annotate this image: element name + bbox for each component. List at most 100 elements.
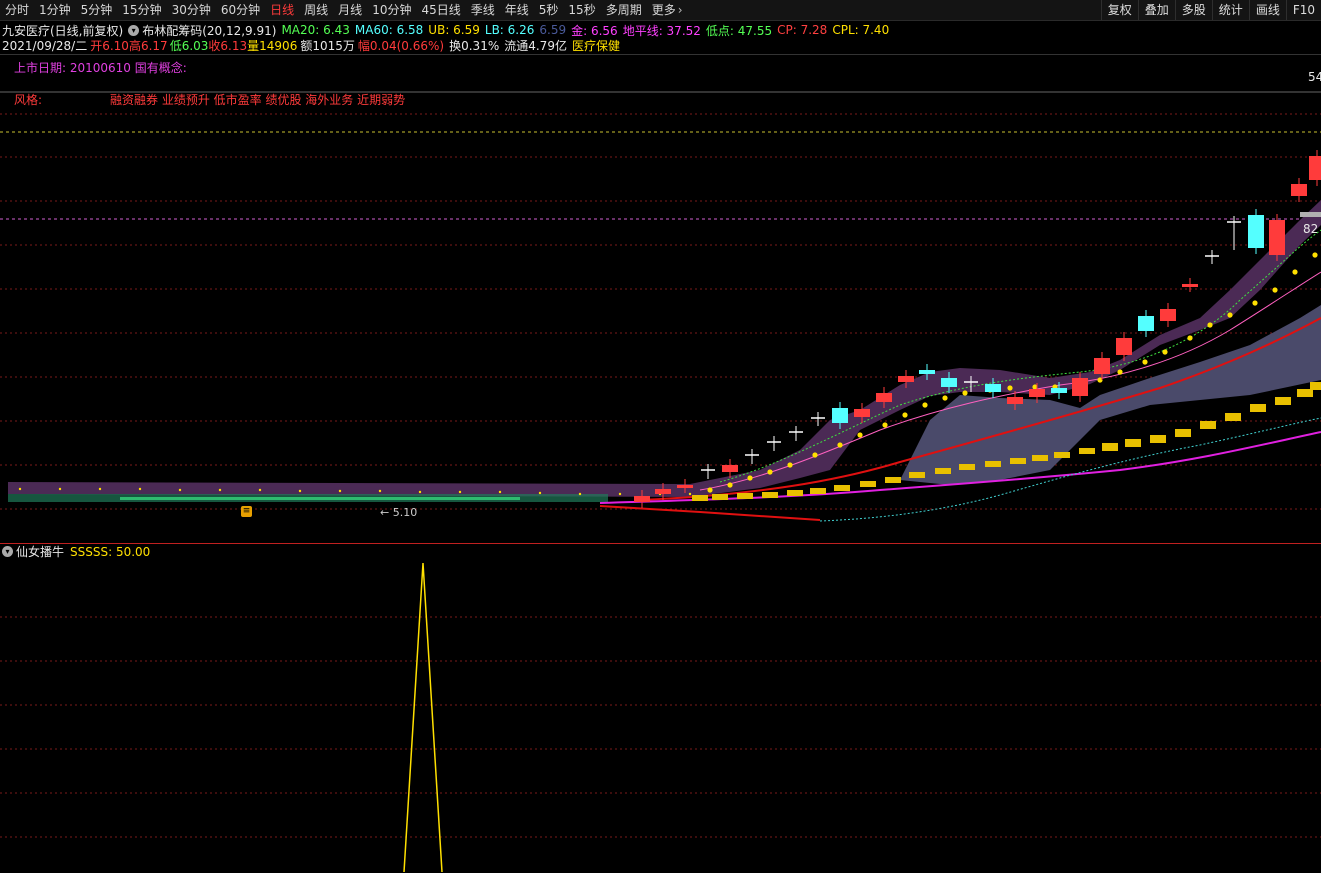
- yellow-dot: [1117, 369, 1123, 375]
- candle-body: [722, 465, 738, 472]
- candle-body: [1182, 284, 1198, 287]
- yellow-dot: [1292, 269, 1298, 275]
- candle-body: [941, 378, 957, 387]
- chip-bar: [1150, 435, 1166, 443]
- yellow-dot: [688, 492, 692, 496]
- candle-body: [655, 489, 671, 494]
- candle-body: [1309, 156, 1321, 180]
- yellow-dot: [58, 487, 62, 491]
- chip-bar: [1125, 439, 1141, 447]
- yellow-dot: [1207, 322, 1213, 328]
- chip-bar: [834, 485, 850, 491]
- candle-body: [919, 370, 935, 374]
- yellow-dot: [1142, 359, 1148, 365]
- price-marker: [1300, 212, 1321, 217]
- chip-bar: [1310, 382, 1321, 390]
- candle-body: [1269, 220, 1285, 255]
- candle-body: [1248, 215, 1264, 248]
- chip-bar: [860, 481, 876, 487]
- chip-bar: [1297, 389, 1313, 397]
- candle-body: [832, 408, 848, 423]
- yellow-dot: [538, 491, 542, 495]
- yellow-dot: [218, 488, 222, 492]
- yellow-dot: [98, 487, 102, 491]
- candle-body: [1116, 338, 1132, 355]
- candle-body: [1291, 184, 1307, 196]
- chip-bar: [787, 490, 803, 496]
- candle-body: [1094, 358, 1110, 374]
- yellow-dot: [1252, 300, 1258, 306]
- chevron-down-icon[interactable]: ▾: [2, 546, 13, 557]
- chip-bar: [1054, 452, 1070, 458]
- chip-bar: [1102, 443, 1118, 451]
- candle-body: [1138, 316, 1154, 331]
- chip-bar: [909, 472, 925, 478]
- sub-indicator-header: ▾ 仙女播牛 SSSSS: 50.00: [2, 544, 150, 559]
- yellow-dot: [942, 395, 948, 401]
- style-tags: 融资融券 业绩预升 低市盈率 绩优股 海外业务 近期弱势: [110, 93, 406, 107]
- yellow-dot: [378, 489, 382, 493]
- chip-bar: [959, 464, 975, 470]
- chip-bar: [1175, 429, 1191, 437]
- chip-bar: [1079, 448, 1095, 454]
- yellow-dot: [458, 490, 462, 494]
- low-price-marker: ← 5.10: [380, 506, 418, 519]
- chip-bar: [885, 477, 901, 483]
- yellow-dot: [618, 492, 622, 496]
- yellow-dot: [1272, 287, 1278, 293]
- sub-indicator-panel[interactable]: [0, 543, 1321, 873]
- candle-body: [1072, 378, 1088, 396]
- yellow-dot: [922, 402, 928, 408]
- chip-bar: [935, 468, 951, 474]
- note-icon[interactable]: ≡: [241, 506, 252, 517]
- yellow-dot: [882, 422, 888, 428]
- price-label-mid: 82: [1303, 222, 1319, 236]
- candle-body: [634, 496, 650, 502]
- chip-bar: [1225, 413, 1241, 421]
- chip-bar: [1010, 458, 1026, 464]
- chip-bar: [1250, 404, 1266, 412]
- chip-bar: [712, 494, 728, 500]
- yellow-dot: [418, 490, 422, 494]
- candle-body: [1007, 397, 1023, 404]
- chip-bar: [810, 488, 826, 494]
- yellow-dot: [747, 475, 753, 481]
- yellow-dot: [767, 469, 773, 475]
- yellow-dot: [837, 442, 843, 448]
- yellow-dot: [1162, 349, 1168, 355]
- listing-info: 上市日期: 20100610 国有概念:: [14, 61, 187, 75]
- candle-body: [876, 393, 892, 402]
- yellow-dot: [1312, 252, 1318, 258]
- candle-body: [898, 376, 914, 382]
- yellow-dot: [138, 487, 142, 491]
- price-label-top: 54: [1308, 70, 1321, 84]
- yellow-dot: [787, 462, 793, 468]
- chip-bar: [1275, 397, 1291, 405]
- style-label: 风格:: [14, 93, 43, 107]
- candle-body: [677, 485, 693, 488]
- yellow-dot: [962, 390, 968, 396]
- yellow-dot: [857, 432, 863, 438]
- chip-bar: [1032, 455, 1048, 461]
- candle-body: [1160, 309, 1176, 321]
- yellow-dot: [1227, 312, 1233, 318]
- yellow-dot: [1187, 335, 1193, 341]
- chip-bar: [762, 492, 778, 498]
- sub-indicator-name[interactable]: 仙女播牛: [16, 543, 64, 560]
- yellow-dot: [258, 488, 262, 492]
- ma60-line: [599, 505, 821, 521]
- yellow-dot: [178, 488, 182, 492]
- sub-indicator-value: SSSSS: 50.00: [70, 544, 151, 559]
- candle-body: [985, 384, 1001, 392]
- chip-bar: [985, 461, 1001, 467]
- yellow-dot: [498, 490, 502, 494]
- chip-bar: [1200, 421, 1216, 429]
- yellow-dot: [727, 482, 733, 488]
- yellow-dot: [338, 489, 342, 493]
- yellow-dot: [1007, 385, 1013, 391]
- candle-body: [1029, 389, 1045, 397]
- consolidation-strip: [120, 497, 520, 500]
- yellow-dot: [902, 412, 908, 418]
- yellow-dot: [18, 487, 22, 491]
- yellow-dot: [578, 492, 582, 496]
